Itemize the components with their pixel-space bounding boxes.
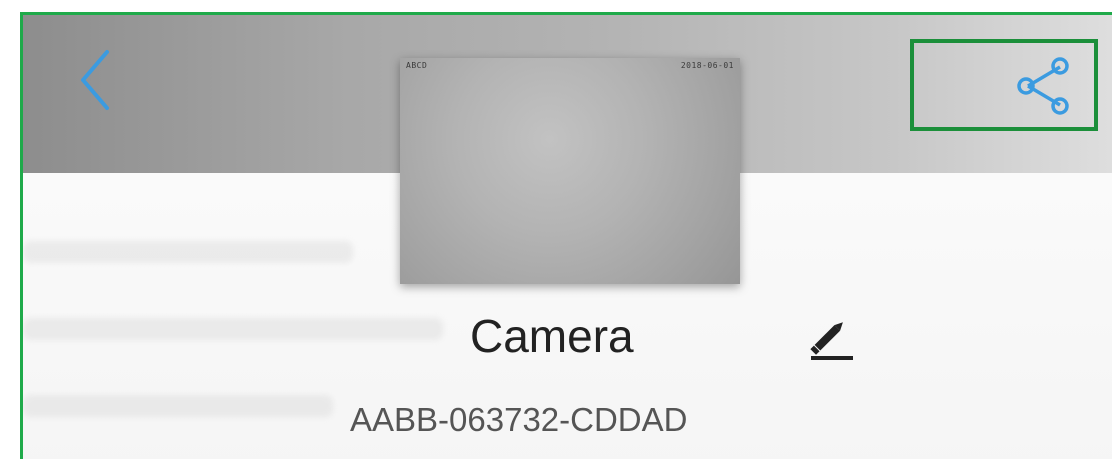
chevron-left-icon	[81, 50, 109, 110]
thumbnail-caption-left: ABCD	[406, 61, 428, 70]
pencil-icon	[810, 322, 853, 360]
camera-thumbnail[interactable]: ABCD 2018-06-01	[400, 58, 740, 284]
app-frame: ABCD 2018-06-01 Camera AABB-063732-CDDAD	[20, 12, 1112, 459]
device-name: Camera	[470, 310, 634, 362]
background-text-line	[23, 318, 443, 340]
device-id: AABB-063732-CDDAD	[350, 401, 688, 438]
background-text-line	[23, 241, 353, 263]
edit-name-button[interactable]	[803, 305, 863, 365]
back-button[interactable]	[65, 45, 125, 115]
background-text-line	[23, 395, 333, 417]
share-icon	[1017, 57, 1069, 115]
thumbnail-caption-right: 2018-06-01	[680, 61, 734, 70]
share-button[interactable]	[910, 39, 1098, 131]
